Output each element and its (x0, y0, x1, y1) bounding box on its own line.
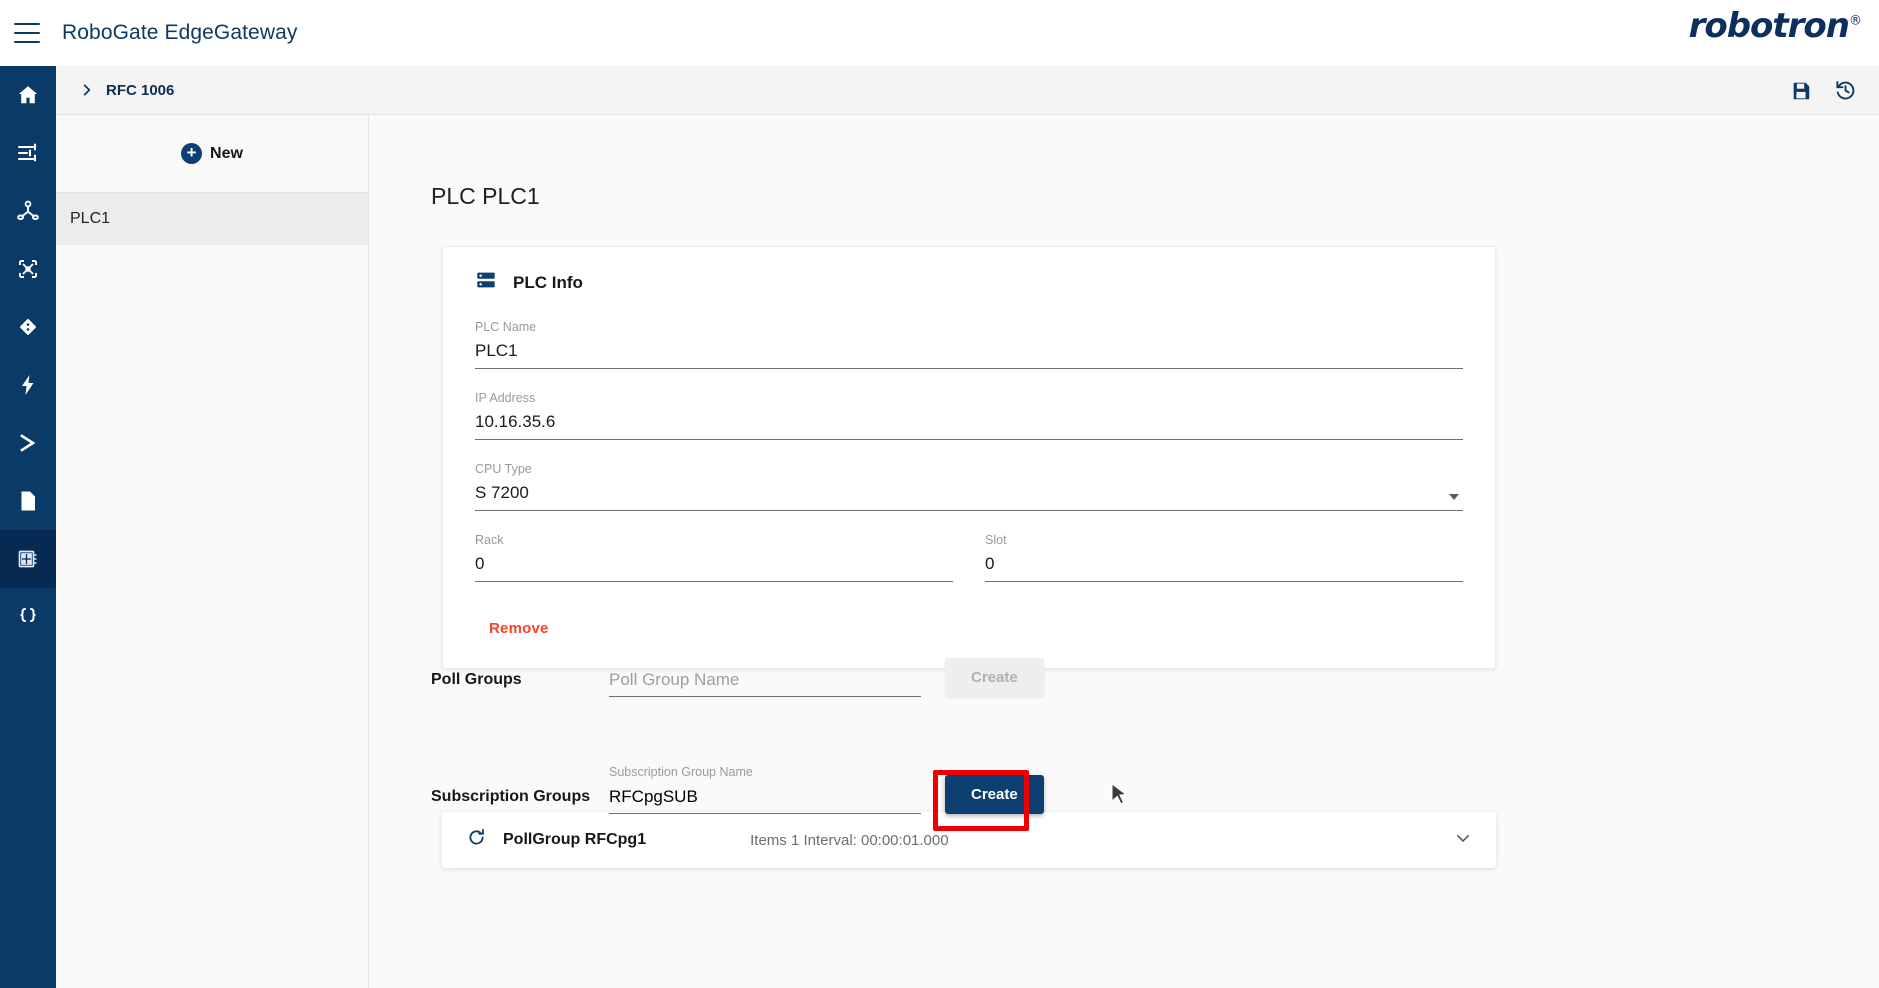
cpu-type-label: CPU Type (475, 462, 532, 476)
document-icon (16, 489, 40, 513)
poll-group-create-button[interactable]: Create (945, 658, 1044, 697)
sliders-icon (16, 141, 40, 165)
cpu-type-select[interactable]: S 7200 (475, 483, 1463, 511)
ip-address-label: IP Address (475, 391, 536, 405)
brand-name: robotron (1688, 6, 1850, 46)
list-item-label: PLC1 (70, 210, 111, 227)
rack-label: Rack (475, 533, 504, 547)
home-icon (16, 83, 40, 107)
server-rack-icon (475, 269, 497, 296)
network-nodes-icon (16, 257, 40, 281)
sidebar-item-documents[interactable] (0, 472, 56, 530)
ip-address-input[interactable]: 10.16.35.6 (475, 412, 1463, 440)
rack-slot-row: Rack 0 Slot 0 (475, 533, 1463, 604)
subscription-groups-row: Subscription Groups Subscription Group N… (431, 765, 1831, 814)
sidebar-item-diamond[interactable] (0, 298, 56, 356)
sidebar-item-home[interactable] (0, 66, 56, 124)
subscription-group-name-input[interactable]: RFCpgSUB (609, 787, 921, 814)
poll-group-name-field[interactable]: Poll Group Name (609, 670, 921, 697)
sidebar-item-hub[interactable] (0, 182, 56, 240)
poll-group-meta: Items 1 Interval: 00:00:01.000 (750, 831, 949, 849)
plus-circle-icon: + (181, 143, 203, 164)
hamburger-icon[interactable] (14, 23, 40, 43)
cpu-type-field[interactable]: CPU Type S 7200 (475, 462, 1463, 511)
new-button[interactable]: + New (56, 115, 368, 193)
chip-icon (16, 547, 40, 571)
sidebar-item-events[interactable] (0, 356, 56, 414)
slot-field[interactable]: Slot 0 (985, 533, 1463, 582)
plc-info-header: PLC Info (475, 269, 1463, 296)
refresh-icon (466, 827, 487, 853)
sidebar-item-network[interactable] (0, 240, 56, 298)
sidebar-item-settings[interactable] (0, 124, 56, 182)
remove-button[interactable]: Remove (489, 620, 549, 637)
plc-info-title: PLC Info (513, 272, 583, 292)
subscription-group-name-field[interactable]: Subscription Group Name RFCpgSUB (609, 765, 921, 814)
poll-groups-label: Poll Groups (431, 671, 522, 688)
breadcrumb-bar: RFC 1006 (56, 66, 1879, 115)
lightning-icon (16, 373, 40, 397)
item-list-panel: + New PLC1 (56, 115, 369, 988)
chevron-down-icon[interactable] (1449, 494, 1459, 500)
plc-name-input[interactable]: PLC1 (475, 341, 1463, 369)
sidebar-item-console[interactable] (0, 414, 56, 472)
poll-group-name-input[interactable]: Poll Group Name (609, 670, 921, 697)
chevron-right-icon (16, 431, 40, 455)
poll-groups-row: Poll Groups Poll Group Name Create (431, 658, 1831, 697)
brand-mark: ® (1849, 13, 1862, 29)
braces-icon (16, 605, 40, 629)
ip-address-field[interactable]: IP Address 10.16.35.6 (475, 391, 1463, 440)
subscription-group-name-label: Subscription Group Name (609, 765, 753, 779)
sidebar-item-plc[interactable] (0, 530, 56, 588)
hub-icon (16, 199, 40, 223)
diamond-icon (16, 315, 40, 339)
plc-name-label: PLC Name (475, 320, 537, 334)
save-icon[interactable] (1790, 80, 1812, 102)
rack-input[interactable]: 0 (475, 554, 953, 582)
rack-field[interactable]: Rack 0 (475, 533, 953, 582)
plc-name-field[interactable]: PLC Name PLC1 (475, 320, 1463, 369)
slot-input[interactable]: 0 (985, 554, 1463, 582)
breadcrumb[interactable]: RFC 1006 (106, 82, 174, 99)
plc-info-card: PLC Info PLC Name PLC1 IP Address 10.16.… (442, 246, 1496, 669)
page-title: PLC PLC1 (431, 183, 540, 209)
sidebar-item-json[interactable] (0, 588, 56, 646)
app-title: RoboGate EdgeGateway (62, 21, 298, 44)
breadcrumb-actions (1790, 66, 1857, 115)
main-content: PLC PLC1 PLC Info PLC Name PLC1 IP Addre… (369, 115, 1879, 988)
chevron-down-icon[interactable] (1454, 829, 1472, 852)
top-bar: RoboGate EdgeGateway robotron® (0, 0, 1879, 66)
list-item-plc1[interactable]: PLC1 (56, 193, 368, 245)
new-button-label: New (210, 144, 243, 162)
chevron-right-icon[interactable] (80, 83, 94, 97)
sidebar (0, 66, 56, 988)
subscription-groups-label: Subscription Groups (431, 788, 591, 805)
restore-icon[interactable] (1834, 79, 1857, 102)
slot-label: Slot (985, 533, 1007, 547)
poll-group-name: PollGroup RFCpg1 (503, 831, 647, 848)
create-button-highlight (933, 770, 1029, 831)
brand-logo: robotron® (1688, 6, 1862, 46)
